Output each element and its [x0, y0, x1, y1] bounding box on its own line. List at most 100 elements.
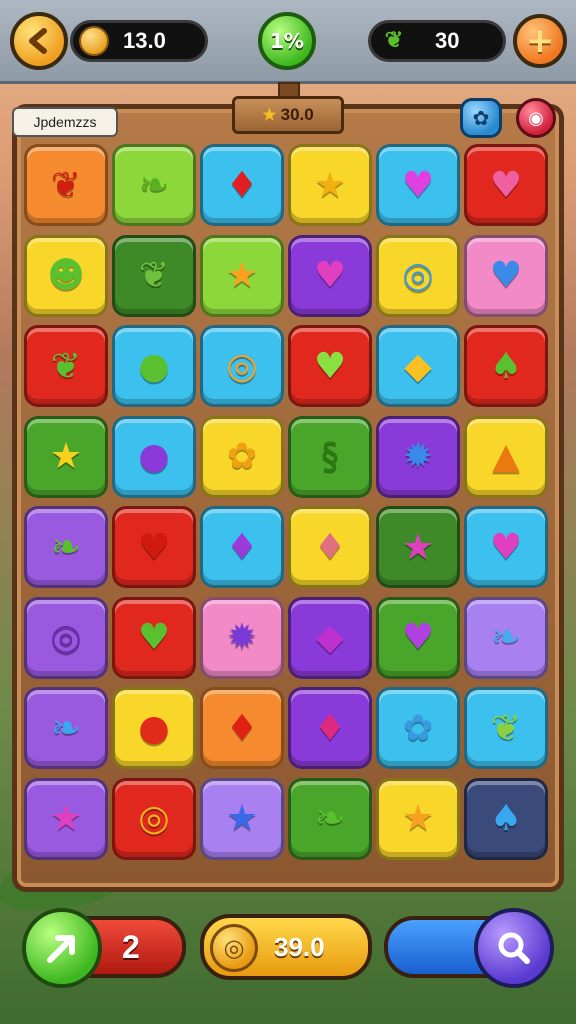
tile-7-4[interactable]: ★: [376, 777, 460, 860]
heart-icon: ♥: [489, 526, 523, 568]
tile-7-5[interactable]: ♠: [464, 777, 548, 860]
tile-4-1[interactable]: ♥: [112, 506, 196, 588]
tile-5-2[interactable]: ✹: [200, 596, 284, 679]
tile-0-4[interactable]: ♥: [376, 144, 460, 226]
tile-4-4[interactable]: ★: [376, 506, 460, 588]
tile-3-1[interactable]: ●: [112, 415, 196, 498]
star-icon: ★: [49, 798, 83, 839]
tile-1-0[interactable]: ☻: [24, 234, 108, 317]
tile-2-3[interactable]: ♥: [288, 325, 372, 407]
chili-icon: ♦: [225, 164, 259, 206]
flower-icon: ✿: [226, 436, 258, 477]
leaf-icon: ❧: [490, 617, 522, 658]
leaf-icon: ◆: [404, 345, 432, 387]
star-icon: ★: [225, 798, 259, 839]
leaves-counter: ❦ 30: [368, 20, 506, 62]
leaf-icon: ❦: [138, 255, 170, 296]
swirl-icon: ◎: [226, 345, 258, 387]
tile-3-5[interactable]: ▲: [464, 415, 548, 498]
tile-0-0[interactable]: ❦: [24, 144, 108, 226]
tile-0-2[interactable]: ♦: [200, 144, 284, 226]
plug-icon: ♠: [489, 798, 523, 839]
tile-7-3[interactable]: ❧: [288, 777, 372, 860]
triangle-icon: ▲: [492, 436, 520, 477]
location-button[interactable]: ◉: [516, 98, 556, 138]
leaf-icon: ♥: [401, 617, 435, 658]
heart-icon: ♥: [489, 255, 523, 296]
tile-6-4[interactable]: ✿: [376, 687, 460, 769]
heart-icon: ◆: [316, 617, 344, 658]
heart-icon: ♥: [401, 164, 435, 206]
tile-7-1[interactable]: ◎: [112, 777, 196, 860]
leaf-icon: ❦: [50, 345, 82, 387]
leaf-icon: ♥: [313, 345, 347, 387]
tile-1-3[interactable]: ♥: [288, 234, 372, 317]
chili-icon: ♦: [225, 707, 259, 749]
tile-1-5[interactable]: ♥: [464, 234, 548, 317]
leaf-icon: ❧: [50, 526, 82, 568]
back-button[interactable]: [10, 12, 68, 70]
tile-0-5[interactable]: ♥: [464, 144, 548, 226]
tile-5-1[interactable]: ♥: [112, 596, 196, 679]
tile-5-4[interactable]: ♥: [376, 596, 460, 679]
tile-6-0[interactable]: ❧: [24, 687, 108, 769]
progress-label: 1%: [270, 29, 304, 53]
heart-icon: ♥: [313, 255, 347, 296]
star-icon: ★: [313, 164, 347, 206]
tile-2-2[interactable]: ◎: [200, 325, 284, 407]
chili-icon: ♠: [489, 345, 523, 387]
leaf-icon: ●: [138, 345, 170, 387]
tile-0-1[interactable]: ❧: [112, 144, 196, 226]
tile-7-2[interactable]: ★: [200, 777, 284, 860]
pin-icon: ◉: [528, 107, 544, 129]
star-icon: ★: [401, 526, 435, 568]
tile-4-0[interactable]: ❧: [24, 506, 108, 588]
target-sign: ★ 30.0: [232, 96, 344, 134]
tile-5-0[interactable]: ◎: [24, 596, 108, 679]
target-icon: ◎: [210, 924, 258, 972]
swirl-icon: §: [321, 436, 339, 477]
heart-icon: ♥: [489, 164, 523, 206]
leaf-icon: ❧: [314, 798, 346, 839]
tile-2-5[interactable]: ♠: [464, 325, 548, 407]
tile-1-1[interactable]: ❦: [112, 234, 196, 317]
tile-1-2[interactable]: ★: [200, 234, 284, 317]
tile-1-4[interactable]: ◎: [376, 234, 460, 317]
tile-5-5[interactable]: ❧: [464, 596, 548, 679]
chili-icon: ♦: [313, 707, 347, 749]
tile-2-1[interactable]: ●: [112, 325, 196, 407]
tile-3-2[interactable]: ✿: [200, 415, 284, 498]
add-button[interactable]: +: [513, 14, 567, 68]
search-button[interactable]: [474, 908, 554, 988]
tile-4-2[interactable]: ♦: [200, 506, 284, 588]
leaf-icon: ❧: [138, 164, 170, 206]
chili-icon: ♦: [225, 526, 259, 568]
progress-button[interactable]: 1%: [258, 12, 316, 70]
heart-icon: ♥: [137, 617, 171, 658]
leaf-icon: ❧: [50, 707, 82, 749]
tile-2-4[interactable]: ◆: [376, 325, 460, 407]
balloon-icon: ●: [138, 707, 170, 749]
booster-button[interactable]: ✿: [460, 98, 502, 138]
tile-3-3[interactable]: §: [288, 415, 372, 498]
tile-6-2[interactable]: ♦: [200, 687, 284, 769]
tile-7-0[interactable]: ★: [24, 777, 108, 860]
tile-4-5[interactable]: ♥: [464, 506, 548, 588]
tile-6-5[interactable]: ❦: [464, 687, 548, 769]
tile-0-3[interactable]: ★: [288, 144, 372, 226]
swirl-icon: ◎: [402, 255, 434, 296]
moves-value: 2: [122, 928, 140, 965]
tile-3-4[interactable]: ✹: [376, 415, 460, 498]
tile-6-1[interactable]: ●: [112, 687, 196, 769]
sprout-icon: ❦: [384, 27, 404, 52]
tile-2-0[interactable]: ❦: [24, 325, 108, 407]
level-label: Jpdemzzs: [12, 107, 118, 137]
tile-6-3[interactable]: ♦: [288, 687, 372, 769]
leaf-icon: ❦: [490, 707, 522, 749]
leaf-icon: ❦: [50, 164, 82, 206]
tile-5-3[interactable]: ◆: [288, 596, 372, 679]
tile-4-3[interactable]: ♦: [288, 506, 372, 588]
hint-button[interactable]: [22, 908, 102, 988]
tile-3-0[interactable]: ★: [24, 415, 108, 498]
swirl-icon: ◎: [50, 617, 82, 658]
